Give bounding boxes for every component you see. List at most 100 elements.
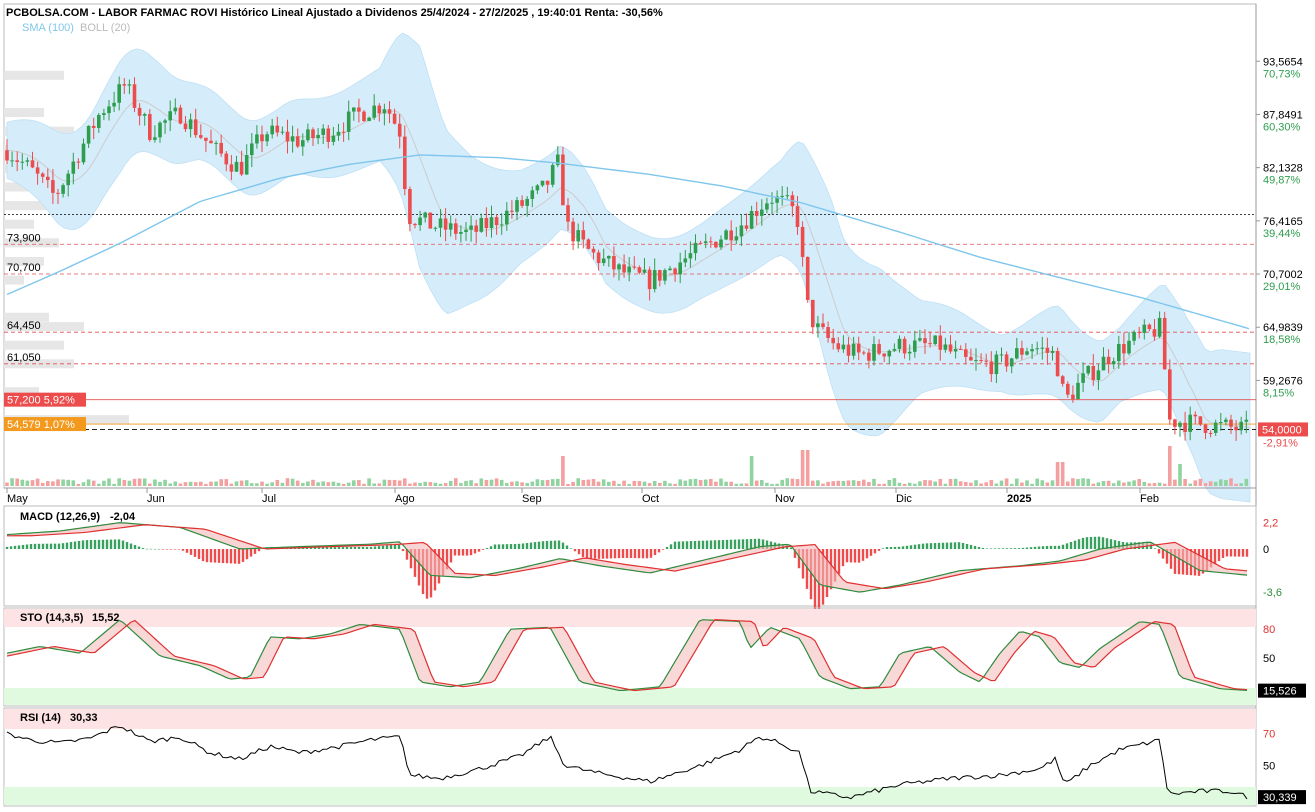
candle-body-215 [1101, 356, 1106, 371]
volume-bar-41 [214, 481, 218, 486]
volume-bar-98 [505, 483, 509, 486]
macd-hist-218 [877, 549, 881, 551]
macd-hist-23 [97, 539, 101, 549]
macd-hist-151 [609, 549, 613, 559]
price-tick-label-2: 82,1328 [1263, 163, 1303, 175]
volume-bar-12 [66, 479, 70, 486]
volume-bar-219 [1122, 482, 1126, 486]
macd-hist-262 [1053, 545, 1057, 549]
macd-hist-124 [501, 544, 505, 549]
volume-bar-28 [148, 483, 152, 486]
macd-hist-5 [25, 544, 29, 549]
macd-hist-243 [977, 546, 981, 549]
macd-hist-52 [213, 549, 217, 563]
volume-bar-7 [40, 482, 45, 486]
volume-bar-194 [994, 483, 999, 486]
candle-body-116 [596, 252, 601, 264]
candle-body-8 [46, 176, 50, 181]
stock-chart: PCBOLSA.COM - LABOR FARMAC ROVI Históric… [3, 3, 1308, 807]
volume-bar-170 [872, 478, 876, 486]
candle-body-126 [647, 269, 652, 290]
candle-body-9 [51, 180, 55, 193]
candle-body-135 [693, 242, 698, 254]
volume-bar-133 [683, 480, 688, 486]
candle-body-158 [811, 299, 815, 328]
volume-bar-222 [1137, 478, 1141, 486]
macd-hist-168 [677, 541, 681, 549]
candle-body-132 [678, 262, 682, 275]
candle-body-7 [40, 173, 45, 177]
macd-hist-306 [1229, 549, 1233, 557]
macd-tick-1: 0 [1263, 544, 1269, 556]
volume-bar-147 [754, 480, 759, 486]
price-tick-pct-0: 70,73% [1263, 68, 1301, 80]
macd-hist-135 [545, 540, 549, 549]
macd-hist-87 [353, 546, 357, 549]
macd-indicator: 2,2 0 -3,6 [5, 518, 1282, 611]
macd-hist-149 [601, 549, 605, 559]
volume-bar-113 [581, 480, 586, 486]
volume-bar-58 [301, 483, 305, 486]
volume-bar-179 [918, 481, 922, 486]
volume-bar-235 [1203, 483, 1208, 486]
volume-bar-34 [178, 483, 183, 486]
macd-hist-59 [241, 549, 245, 562]
candle-body-83 [428, 212, 433, 229]
candle-body-81 [418, 217, 422, 226]
candle-body-236 [1208, 432, 1213, 434]
volume-bar-168 [862, 479, 866, 486]
macd-hist-169 [681, 541, 685, 549]
candle-body-107 [550, 165, 555, 185]
macd-hist-213 [857, 549, 861, 563]
volume-bar-35 [183, 482, 188, 486]
candle-body-156 [800, 226, 805, 257]
volume-bar-52 [270, 482, 274, 486]
macd-hist-48 [197, 549, 201, 559]
last-price-label: 54,0000 [1262, 424, 1302, 436]
candle-body-190 [974, 360, 978, 362]
volume-bar-20 [107, 478, 111, 486]
volume-bar-214 [1096, 482, 1101, 486]
volume-profile-bar-13 [4, 340, 64, 350]
macd-hist-114 [461, 549, 465, 556]
macd-hist-159 [641, 549, 645, 559]
volume-bar-186 [953, 478, 958, 486]
candle-body-90 [464, 229, 468, 233]
macd-hist-242 [973, 545, 977, 549]
candle-body-159 [816, 323, 820, 328]
candle-body-45 [234, 161, 239, 172]
volume-bar-67 [346, 482, 351, 486]
candle-body-137 [703, 241, 708, 243]
candle-body-224 [1147, 324, 1152, 330]
candle-body-74 [382, 109, 387, 114]
volume-bar-44 [229, 483, 234, 486]
macd-hist-154 [621, 549, 625, 558]
candle-body-53 [275, 125, 280, 133]
volume-bar-162 [831, 481, 835, 486]
macd-hist-302 [1213, 549, 1217, 565]
volume-bar-225 [1152, 482, 1157, 486]
volume-bar-110 [566, 483, 570, 486]
macd-hist-170 [685, 541, 689, 549]
volume-bar-218 [1117, 480, 1121, 486]
candle-body-10 [56, 192, 60, 194]
macd-hist-84 [341, 547, 345, 549]
macd-hist-18 [77, 540, 81, 549]
candle-body-194 [994, 354, 999, 375]
macd-hist-152 [613, 549, 617, 559]
volume-bar-105 [540, 480, 545, 486]
candle-body-109 [561, 154, 565, 206]
candle-body-139 [714, 241, 718, 248]
macd-hist-40 [165, 549, 169, 550]
candle-body-117 [601, 258, 606, 264]
price-tick-label-6: 59,2676 [1263, 375, 1303, 387]
macd-tick-0: 2,2 [1263, 518, 1278, 530]
macd-hist-25 [105, 539, 109, 549]
volume-bar-191 [979, 483, 983, 486]
sto-tick-1: 50 [1263, 653, 1275, 665]
macd-hist-185 [745, 539, 749, 549]
volume-bar-30 [158, 481, 162, 486]
candle-body-208 [1066, 383, 1070, 395]
price-tick-pct-6: 8,15% [1263, 387, 1294, 399]
volume-bar-121 [622, 480, 626, 486]
